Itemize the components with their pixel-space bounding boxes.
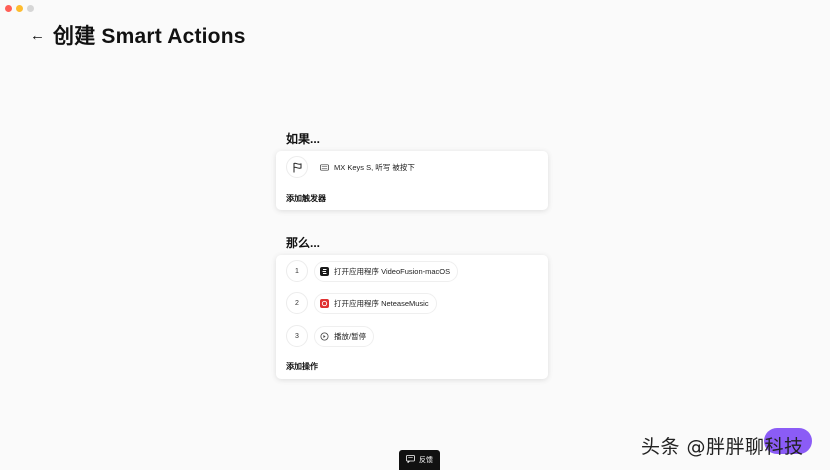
- add-trigger-button[interactable]: 添加触发器: [286, 193, 326, 204]
- action-index: 3: [286, 325, 308, 347]
- back-arrow-icon[interactable]: ←: [30, 28, 45, 43]
- action-row[interactable]: 3 播放/暂停: [286, 325, 375, 347]
- action-pill[interactable]: 打开应用程序 NeteaseMusic: [314, 292, 437, 314]
- trigger-card: MX Keys S, 听写 被按下 添加触发器: [276, 151, 548, 210]
- action-index: 2: [286, 292, 308, 314]
- videofusion-app-icon: [320, 266, 329, 276]
- close-window-button[interactable]: [5, 5, 12, 12]
- page-title: 创建 Smart Actions: [53, 25, 246, 48]
- page-header: ← 创建 Smart Actions: [30, 20, 246, 50]
- action-index: 1: [286, 260, 308, 282]
- minimize-window-button[interactable]: [16, 5, 23, 12]
- action-row[interactable]: 2 打开应用程序 NeteaseMusic: [286, 292, 437, 314]
- action-text: 打开应用程序 VideoFusion-macOS: [334, 266, 451, 276]
- trigger-row[interactable]: MX Keys S, 听写 被按下: [286, 156, 423, 178]
- trigger-pill[interactable]: MX Keys S, 听写 被按下: [314, 156, 423, 178]
- app-window: ← 创建 Smart Actions 如果... MX Keys S, 听写 被…: [0, 0, 830, 470]
- flag-icon: [286, 156, 308, 178]
- action-text: 打开应用程序 NeteaseMusic: [334, 298, 429, 308]
- action-pill[interactable]: 打开应用程序 VideoFusion-macOS: [314, 260, 459, 282]
- feedback-button[interactable]: 反馈: [399, 450, 440, 470]
- actions-card: 1 打开应用程序 VideoFusion-macOS 2 打开应用程序 Nete…: [276, 255, 548, 379]
- feedback-label: 反馈: [419, 457, 433, 464]
- chat-feedback-icon: [406, 455, 415, 465]
- watermark-text: 头条 @胖胖聊科技: [641, 436, 804, 458]
- trigger-text: MX Keys S, 听写 被按下: [334, 162, 415, 172]
- action-pill[interactable]: 播放/暂停: [314, 325, 375, 347]
- then-section-label: 那么...: [286, 236, 321, 250]
- action-text: 播放/暂停: [334, 331, 367, 341]
- add-action-button[interactable]: 添加操作: [286, 361, 318, 372]
- zoom-window-button[interactable]: [27, 5, 34, 12]
- if-section-label: 如果...: [286, 132, 321, 146]
- media-play-pause-icon: [320, 332, 329, 341]
- netease-music-app-icon: [320, 298, 329, 308]
- keyboard-icon: [320, 163, 329, 172]
- window-controls: [5, 5, 34, 12]
- action-row[interactable]: 1 打开应用程序 VideoFusion-macOS: [286, 260, 459, 282]
